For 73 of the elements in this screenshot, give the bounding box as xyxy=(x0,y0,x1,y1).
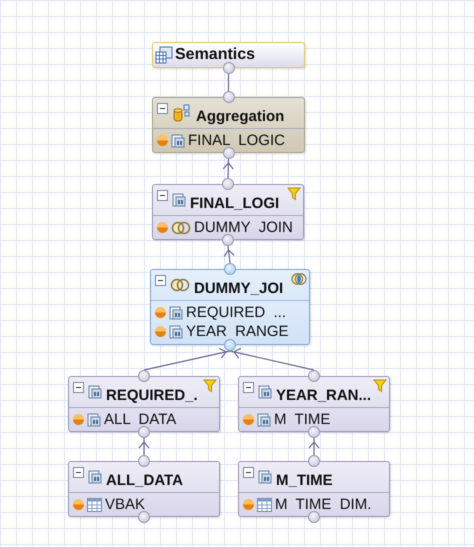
join-node[interactable]: DUMMY_JOI REQUIRED ... YEAR RANGE xyxy=(150,269,310,345)
connector-arrow xyxy=(308,438,320,455)
port-handle[interactable] xyxy=(138,426,150,438)
table-icon xyxy=(257,498,272,512)
node-title: Aggregation xyxy=(196,108,284,124)
connector-arrow xyxy=(224,246,235,264)
view-icon xyxy=(258,385,272,399)
view-icon xyxy=(258,470,272,484)
connector-arrow xyxy=(222,158,234,178)
input-status-icon xyxy=(243,499,254,510)
collapse-icon[interactable] xyxy=(155,275,166,286)
projection-node[interactable]: FINAL_LOGI DUMMY JOIN xyxy=(152,184,304,240)
join-icon xyxy=(171,220,191,234)
input-label: YEAR RANGE xyxy=(186,323,289,340)
view-icon xyxy=(172,193,186,207)
view-icon xyxy=(257,412,271,426)
node-title: DUMMY_JOI xyxy=(194,280,284,296)
port-handle[interactable] xyxy=(222,91,234,103)
view-icon xyxy=(171,134,185,148)
input-status-icon xyxy=(243,414,254,425)
node-title: YEAR_RAN... xyxy=(276,386,371,404)
input-label: DUMMY JOIN xyxy=(194,219,293,236)
input-label: M TIME xyxy=(274,411,330,428)
node-title: Semantics xyxy=(175,46,256,64)
projection-node[interactable]: REQUIRED_. ALL DATA xyxy=(68,376,220,432)
port-handle[interactable] xyxy=(222,178,234,190)
input-label: ALL DATA xyxy=(104,411,176,428)
input-label: VBAK xyxy=(105,496,146,513)
connector-arrow xyxy=(138,438,150,455)
node-title: M_TIME xyxy=(276,472,333,488)
aggregation-node[interactable]: Aggregation FINAL LOGIC xyxy=(152,97,305,153)
view-icon xyxy=(169,306,183,320)
port-handle[interactable] xyxy=(224,263,236,275)
collapse-icon[interactable] xyxy=(243,467,254,478)
input-status-icon xyxy=(157,135,168,146)
node-title: FINAL_LOGI xyxy=(190,194,280,212)
port-handle[interactable] xyxy=(138,455,150,467)
collapse-icon[interactable] xyxy=(157,190,168,201)
view-icon xyxy=(88,470,102,484)
port-handle[interactable] xyxy=(224,339,236,351)
collapse-icon[interactable] xyxy=(243,382,254,393)
semantics-icon xyxy=(155,46,173,64)
projection-node[interactable]: YEAR_RAN... M TIME xyxy=(238,376,390,432)
projection-node[interactable]: M_TIME M TIME DIM. xyxy=(238,461,390,517)
input-status-icon xyxy=(73,499,84,510)
input-label: REQUIRED ... xyxy=(186,304,286,321)
input-status-icon xyxy=(73,414,84,425)
collapse-icon[interactable] xyxy=(157,103,168,114)
port-handle[interactable] xyxy=(308,370,320,382)
view-icon xyxy=(169,324,183,338)
collapse-icon[interactable] xyxy=(73,467,84,478)
port-handle[interactable] xyxy=(138,511,150,523)
join-icon xyxy=(291,272,307,286)
input-status-icon xyxy=(155,307,166,318)
input-status-icon xyxy=(157,222,168,233)
port-handle[interactable] xyxy=(222,234,234,246)
input-status-icon xyxy=(155,326,166,337)
port-handle[interactable] xyxy=(138,370,150,382)
join-icon xyxy=(170,278,190,292)
port-handle[interactable] xyxy=(308,426,320,438)
aggregation-icon xyxy=(172,103,192,123)
table-icon xyxy=(87,498,102,512)
input-label: M TIME DIM. xyxy=(275,496,372,513)
port-handle[interactable] xyxy=(308,511,320,523)
node-title: ALL_DATA xyxy=(106,472,183,488)
input-label: FINAL LOGIC xyxy=(188,132,285,149)
view-icon xyxy=(88,385,102,399)
semantics-node[interactable]: Semantics xyxy=(152,42,305,68)
projection-node[interactable]: ALL_DATA VBAK xyxy=(68,461,220,517)
node-title: REQUIRED_. xyxy=(106,386,198,404)
collapse-icon[interactable] xyxy=(73,382,84,393)
port-handle[interactable] xyxy=(308,455,320,467)
view-icon xyxy=(87,412,101,426)
